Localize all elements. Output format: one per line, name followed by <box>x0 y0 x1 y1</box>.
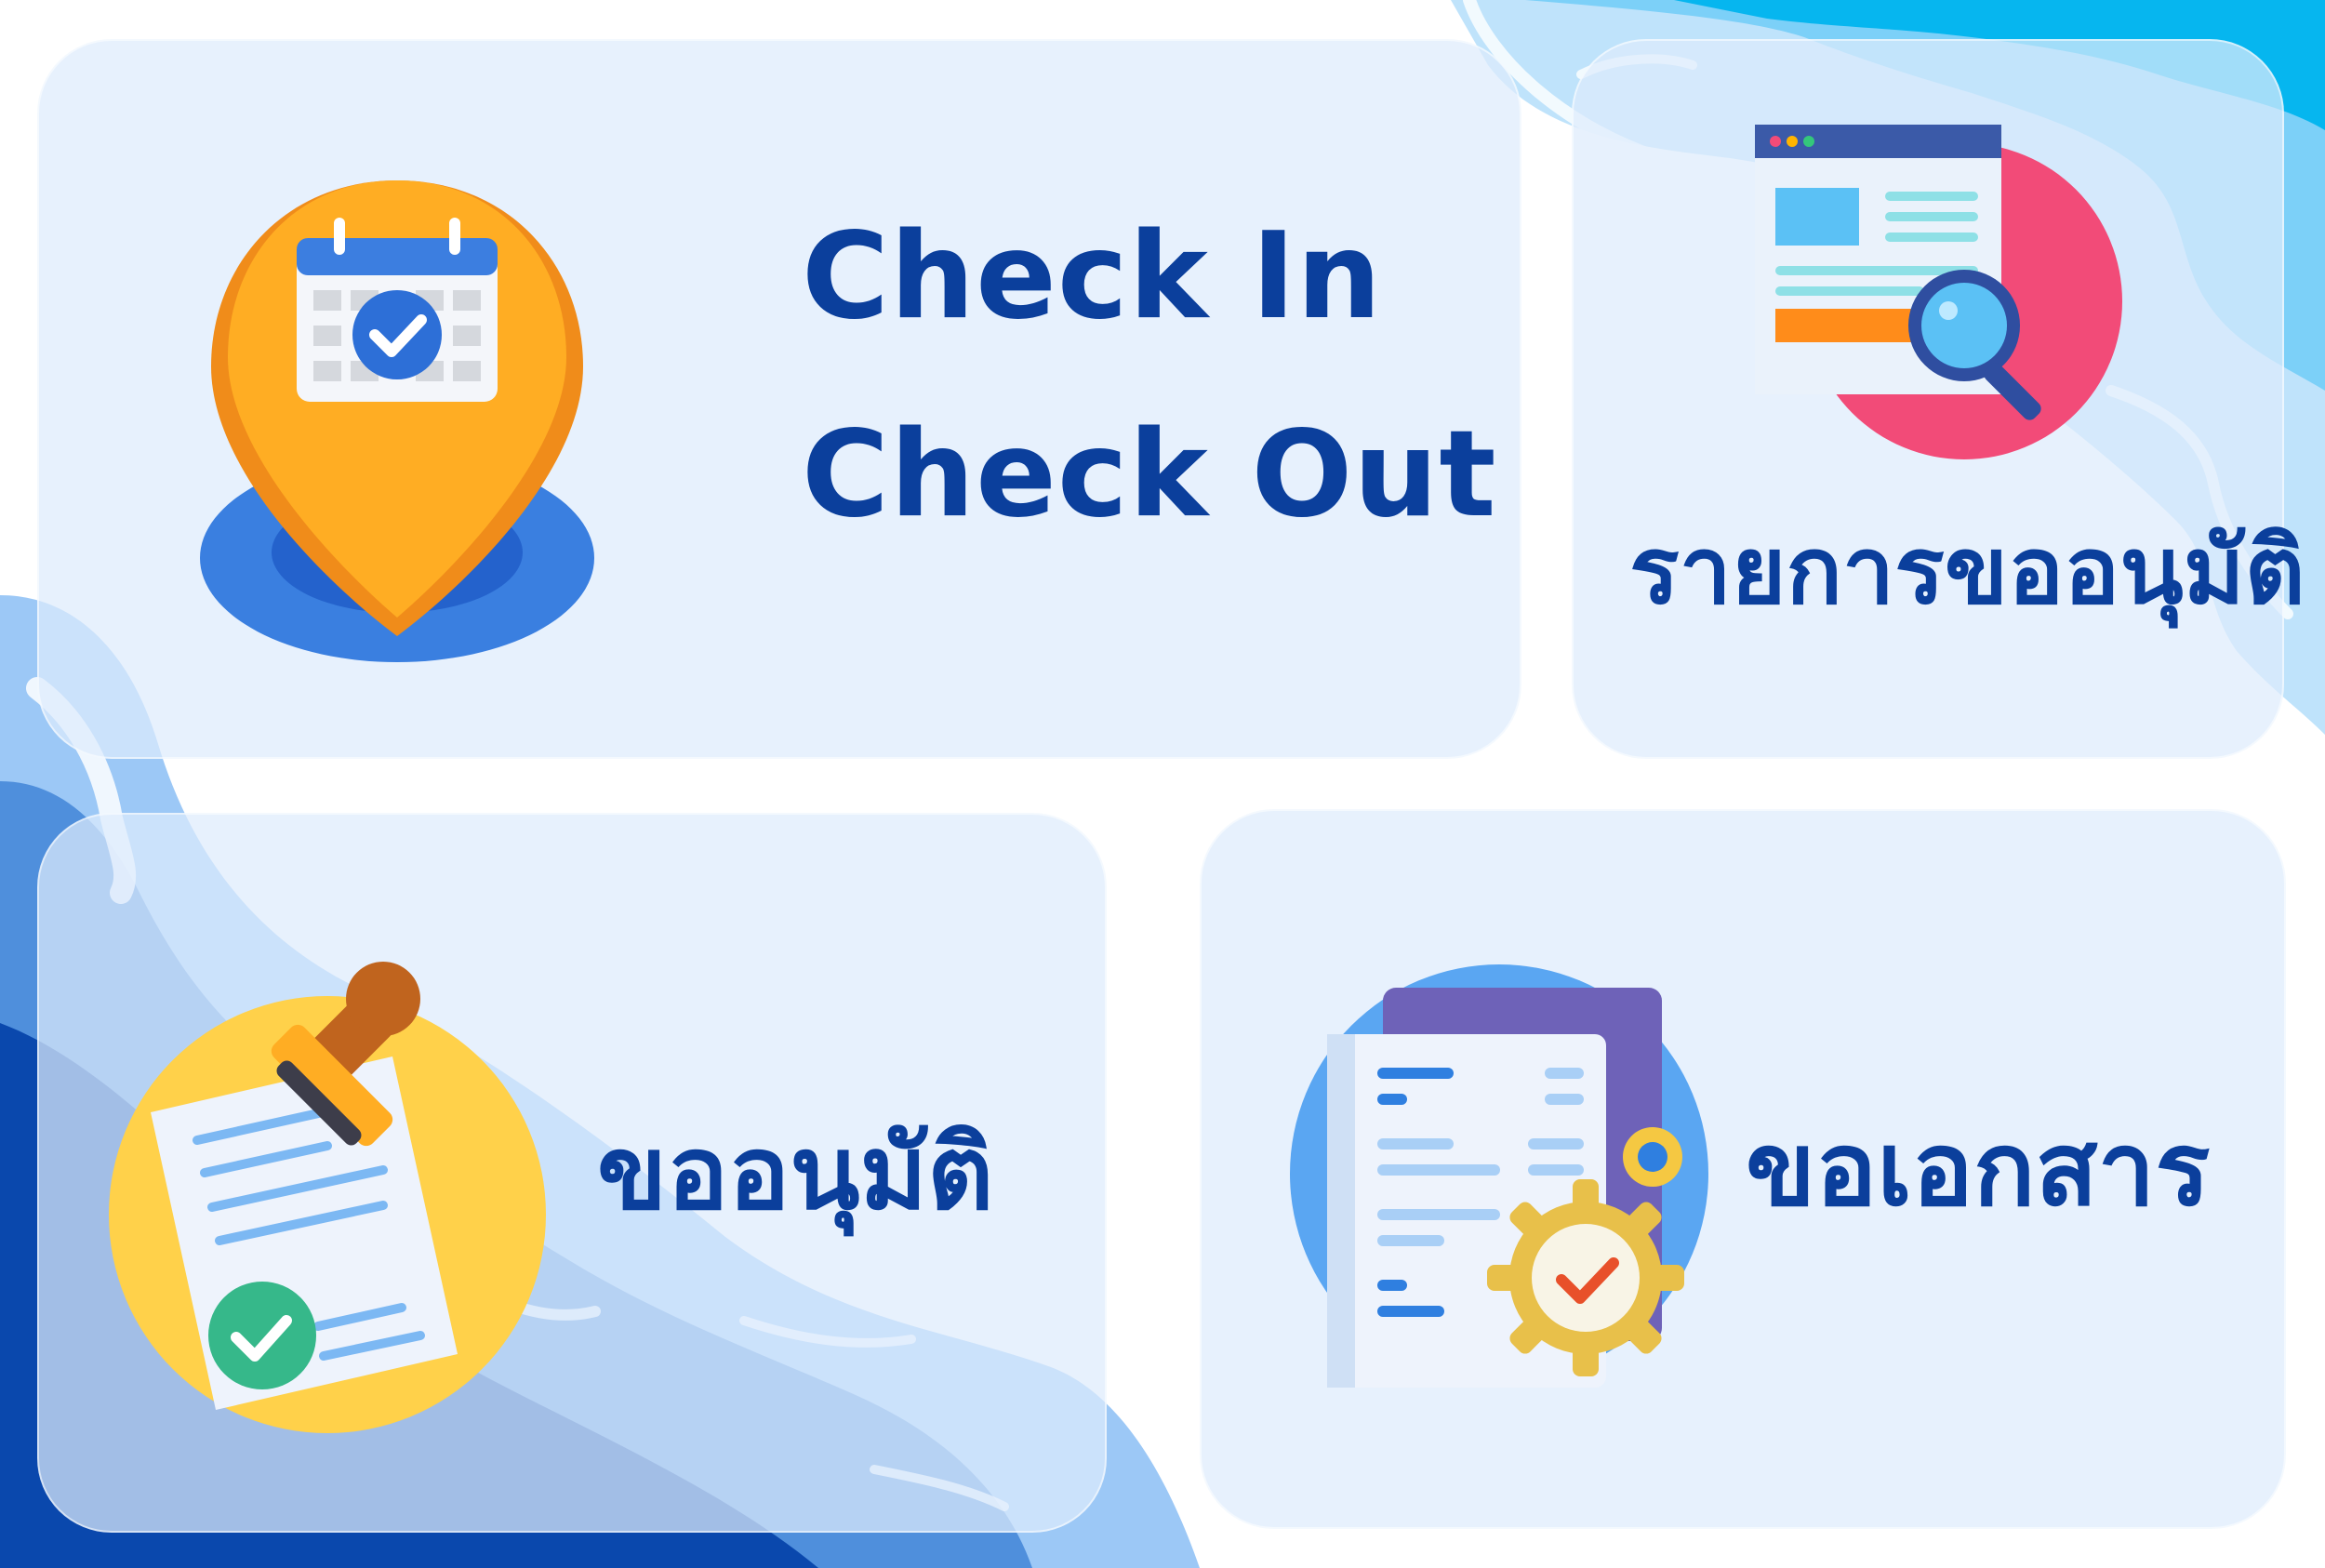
request-approval-tile[interactable]: ขออนุมัติ <box>37 813 1107 1533</box>
approval-list-tile[interactable]: รายการขออนุมัติ <box>1572 39 2305 759</box>
approval-list-label: รายการขออนุมัติ <box>1629 516 2305 625</box>
request-approval-label: ขออนุมัติ <box>597 1113 994 1232</box>
request-documents-label: ขอเอกสาร <box>1746 1110 2211 1229</box>
check-in-check-out-tile[interactable]: Check In Check Out <box>37 39 1521 759</box>
document-stamp-approve-icon <box>109 962 546 1433</box>
check-out-text: Check Out <box>802 405 1497 544</box>
calendar-location-pin-icon <box>200 180 594 662</box>
check-in-text: Check In <box>802 207 1383 346</box>
check-in-check-out-label: Check In Check Out <box>802 207 1497 544</box>
document-gear-icon <box>1290 964 1708 1388</box>
document-search-icon <box>1755 125 2122 459</box>
request-documents-tile[interactable]: ขอเอกสาร <box>1200 809 2286 1529</box>
